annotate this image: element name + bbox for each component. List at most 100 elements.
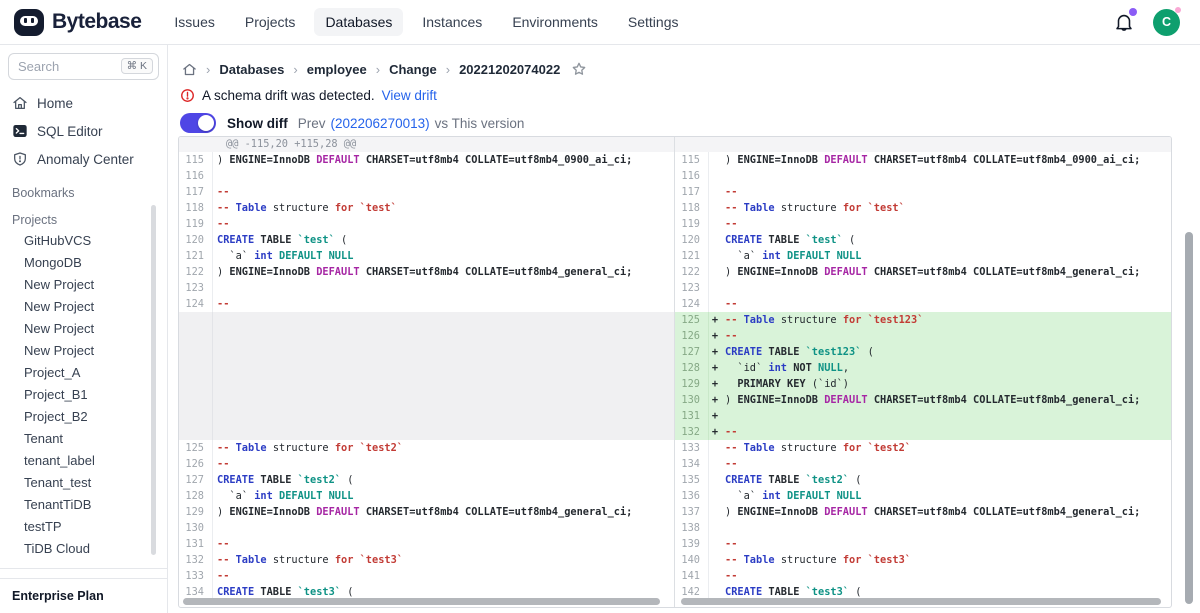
avatar-status-dot [1175,7,1181,13]
navbar-right: C [1113,9,1186,36]
avatar[interactable]: C [1153,9,1180,36]
project-item[interactable]: Tenant [0,428,167,450]
page-scrollbar[interactable] [1185,232,1193,604]
breadcrumb-home-icon[interactable] [182,62,197,77]
nav-item-databases[interactable]: Databases [314,8,403,36]
bytebase-logo-icon [14,9,44,36]
diff-line: 129) ENGINE=InnoDB DEFAULT CHARSET=utf8m… [179,504,674,520]
diff-line: 137) ENGINE=InnoDB DEFAULT CHARSET=utf8m… [675,504,1171,520]
shield-icon [12,151,28,167]
schema-diff-viewer: @@ -115,20 +115,28 @@ 115) ENGINE=InnoDB… [178,136,1172,608]
projects-list: GitHubVCSMongoDBNew ProjectNew ProjectNe… [0,230,167,560]
bookmark-star-icon[interactable] [571,61,587,77]
show-diff-label: Show diff [227,116,288,131]
breadcrumb-change[interactable]: Change [389,62,437,77]
nav-item-settings[interactable]: Settings [617,8,690,36]
breadcrumb-databases[interactable]: Databases [219,62,284,77]
sidebar-item-home[interactable]: Home [0,89,167,117]
nav-item-instances[interactable]: Instances [411,8,493,36]
view-drift-link[interactable]: View drift [382,88,437,103]
projects-section-label: Projects [0,213,167,227]
sidebar-item-label: Anomaly Center [37,152,134,167]
prev-label: Prev [298,116,326,131]
sidebar-item-label: Home [37,96,73,111]
project-item[interactable]: tenant_label [0,450,167,472]
diff-filler-block [179,312,674,440]
app-window: Bytebase IssuesProjectsDatabasesInstance… [0,0,1200,613]
breadcrumb: › Databases › employee › Change › 202212… [168,45,1200,77]
avatar-initial: C [1162,15,1171,29]
diff-hunk-header: @@ -115,20 +115,28 @@ [179,137,674,152]
diff-line: 133-- Table structure for `test2` [675,440,1171,456]
show-diff-toggle[interactable] [180,113,216,133]
breadcrumb-separator: › [376,62,380,77]
diff-line: 117-- [179,184,674,200]
breadcrumb-separator: › [446,62,450,77]
horizontal-scrollbar[interactable] [681,598,1161,605]
diff-line: 134-- [675,456,1171,472]
diff-line: 119-- [179,216,674,232]
project-item[interactable]: Project_B2 [0,406,167,428]
sidebar-divider [0,568,167,569]
diff-line: 120CREATE TABLE `test` ( [675,232,1171,248]
diff-line: 125-- Table structure for `test2` [179,440,674,456]
alert-text: A schema drift was detected. [202,88,375,103]
sidebar: ⌘ K Home SQL Editor [0,45,168,613]
diff-line: 117-- [675,184,1171,200]
diff-line: 140-- Table structure for `test3` [675,552,1171,568]
bookmarks-section-label: Bookmarks [0,186,167,200]
main-nav: Issues ProjectsDatabases Instances Environm… [163,8,689,36]
search-box[interactable]: ⌘ K [8,53,159,80]
top-navbar: Bytebase Issues ProjectsDatabases Instance… [0,0,1200,45]
diff-line: 118-- Table structure for `test` [179,200,674,216]
diff-line: 118-- Table structure for `test` [675,200,1171,216]
project-item[interactable]: Project_B1 [0,384,167,406]
breadcrumb-employee[interactable]: employee [307,62,367,77]
breadcrumb-separator: › [206,62,210,77]
diff-line: 128 `a` int DEFAULT NULL [179,488,674,504]
breadcrumb-version[interactable]: 20221202074022 [459,62,560,77]
project-item[interactable]: Project_A [0,362,167,384]
home-icon [12,95,28,111]
project-item[interactable]: TenantTiDB [0,494,167,516]
project-item[interactable]: testTP [0,516,167,538]
sidebar-scrollbar[interactable] [151,205,156,555]
project-item[interactable]: MongoDB [0,252,167,274]
bytebase-logo[interactable]: Bytebase [14,9,141,36]
diff-line: 130+) ENGINE=InnoDB DEFAULT CHARSET=utf8… [675,392,1171,408]
diff-line: 126+-- [675,328,1171,344]
main-content: › Databases › employee › Change › 202212… [168,45,1200,613]
diff-line: 127+CREATE TABLE `test123` ( [675,344,1171,360]
nav-item-issues[interactable]: Issues [163,8,225,36]
nav-item-environments[interactable]: Environments [501,8,609,36]
sidebar-item-anomaly-center[interactable]: Anomaly Center [0,145,167,173]
project-item[interactable]: New Project [0,274,167,296]
search-input[interactable] [18,59,108,74]
project-item[interactable]: New Project [0,340,167,362]
diff-line: 136 `a` int DEFAULT NULL [675,488,1171,504]
diff-line: 141-- [675,568,1171,584]
brand-name: Bytebase [52,10,141,34]
notifications-button[interactable] [1113,11,1135,33]
project-item[interactable]: Tenant_test [0,472,167,494]
nav-item-projects[interactable]: Projects [234,8,307,36]
diff-hunk-header [675,137,1171,152]
project-item[interactable]: New Project [0,296,167,318]
diff-line: 131+ [675,408,1171,424]
diff-line: 139-- [675,536,1171,552]
horizontal-scrollbar[interactable] [183,598,660,605]
diff-line: 130 [179,520,674,536]
prev-version-link[interactable]: (202206270013) [331,116,430,131]
sidebar-item-sql-editor[interactable]: SQL Editor [0,117,167,145]
diff-line: 116 [179,168,674,184]
diff-line: 122) ENGINE=InnoDB DEFAULT CHARSET=utf8m… [179,264,674,280]
project-item[interactable]: TiDB Cloud [0,538,167,560]
project-item[interactable]: GitHubVCS [0,230,167,252]
diff-pane-previous: @@ -115,20 +115,28 @@ 115) ENGINE=InnoDB… [179,137,675,607]
diff-line: 121 `a` int DEFAULT NULL [179,248,674,264]
diff-line: 138 [675,520,1171,536]
diff-line: 115) ENGINE=InnoDB DEFAULT CHARSET=utf8m… [179,152,674,168]
project-item[interactable]: New Project [0,318,167,340]
diff-line: 120CREATE TABLE `test` ( [179,232,674,248]
diff-line: 125+-- Table structure for `test123` [675,312,1171,328]
